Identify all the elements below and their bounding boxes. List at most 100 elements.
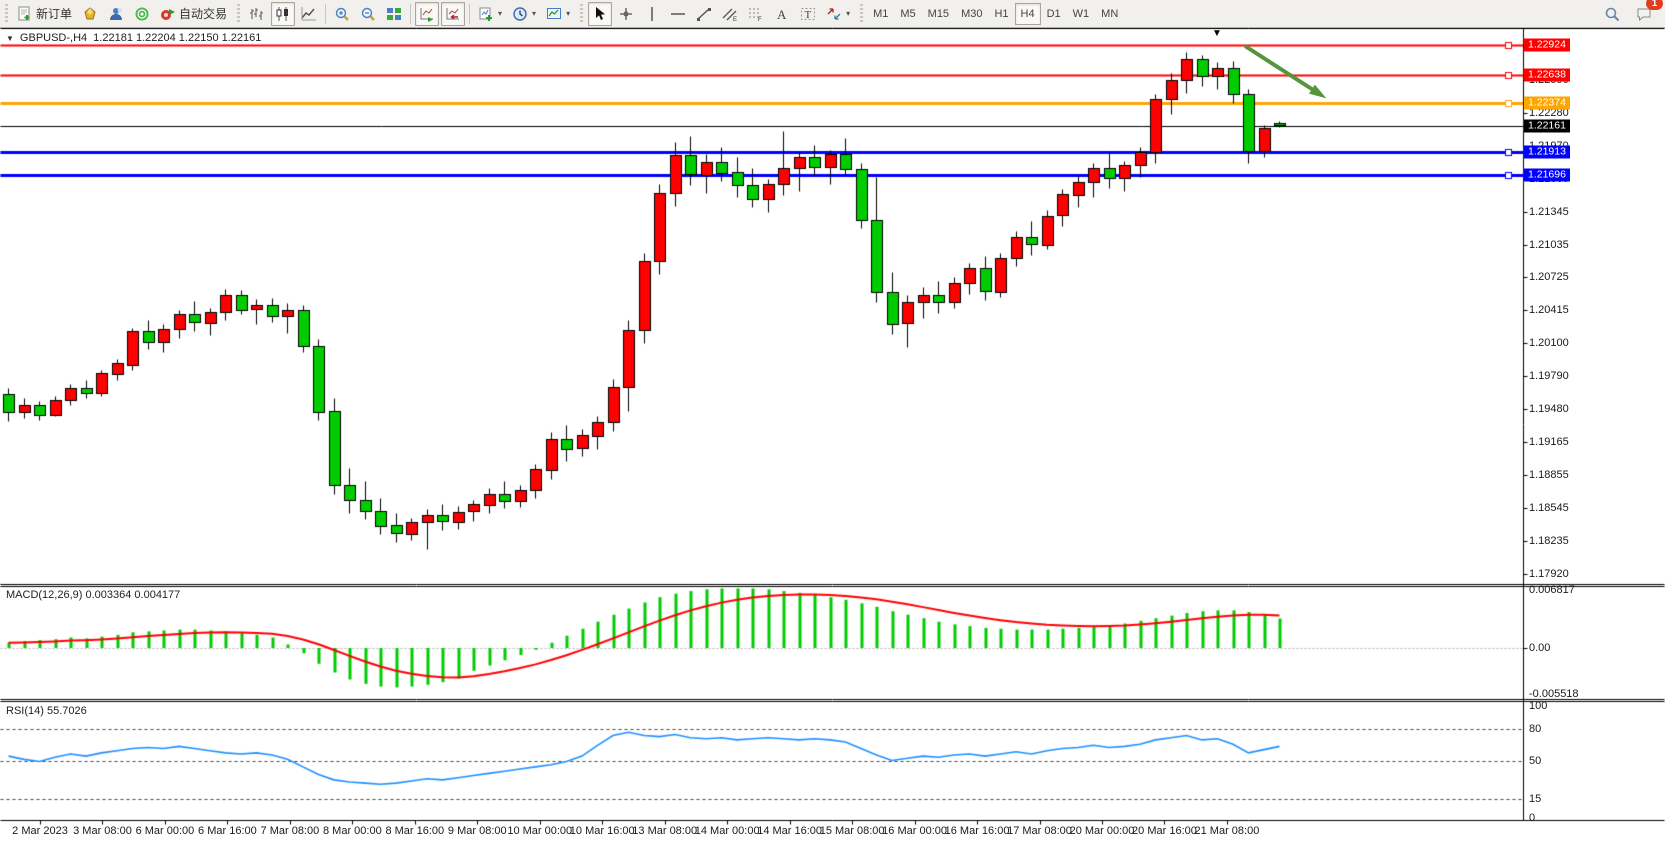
- chat-button[interactable]: 1: [1632, 2, 1656, 26]
- zoom-out-icon: [360, 6, 376, 22]
- new-order-button[interactable]: 新订单: [13, 2, 76, 26]
- zoom-in-button[interactable]: [330, 2, 354, 26]
- price-line-label[interactable]: 1.22374: [1524, 97, 1570, 110]
- time-axis-label: 13 Mar 08:00: [632, 825, 697, 837]
- rsi-axis-label: 80: [1529, 723, 1541, 735]
- arrows-icon: [826, 6, 842, 22]
- vertical-line-button[interactable]: [640, 2, 664, 26]
- dropdown-caret-icon[interactable]: ▾: [532, 9, 536, 18]
- rsi-axis-label: 100: [1529, 700, 1547, 712]
- toolbar-grip[interactable]: [235, 4, 242, 24]
- timeframe-h4[interactable]: H4: [1015, 3, 1041, 25]
- toolbar-right: 1: [1599, 2, 1657, 26]
- timeframe-m15[interactable]: M15: [922, 3, 955, 25]
- price-line-label[interactable]: 1.21913: [1524, 145, 1570, 158]
- periods-icon: [512, 6, 528, 22]
- timeframe-mn[interactable]: MN: [1095, 3, 1124, 25]
- text-label-button[interactable]: T: [796, 2, 820, 26]
- price-chart-canvas[interactable]: [0, 28, 1665, 845]
- channel-icon: E: [722, 6, 738, 22]
- price-line-label[interactable]: 1.22924: [1524, 38, 1570, 51]
- dropdown-caret-icon[interactable]: ▾: [498, 9, 502, 18]
- timeframe-m1[interactable]: M1: [867, 3, 894, 25]
- signals-button[interactable]: [130, 2, 154, 26]
- toolbar-grip[interactable]: [858, 4, 865, 24]
- timeframe-h1[interactable]: H1: [988, 3, 1014, 25]
- macd-axis-label: -0.005518: [1529, 688, 1579, 700]
- cursor-icon: [592, 6, 608, 22]
- time-axis-label: 20 Mar 16:00: [1132, 825, 1197, 837]
- periods-button[interactable]: ▾: [508, 2, 540, 26]
- horizontal-line-button[interactable]: [666, 2, 690, 26]
- rsi-axis-label: 50: [1529, 755, 1541, 767]
- timeframe-d1[interactable]: D1: [1041, 3, 1067, 25]
- dropdown-caret-icon[interactable]: ▾: [846, 9, 850, 18]
- price-line-label[interactable]: 1.22638: [1524, 69, 1570, 82]
- timeframe-m5[interactable]: M5: [894, 3, 921, 25]
- dropdown-caret-icon[interactable]: ▾: [566, 9, 570, 18]
- timeframe-d1-label: D1: [1047, 8, 1061, 20]
- collapse-triangle-icon[interactable]: ▼: [6, 34, 14, 43]
- rsi-indicator-label: RSI(14) 55.7026: [6, 705, 87, 717]
- equidistant-channel-button[interactable]: E: [718, 2, 742, 26]
- tile-windows-button[interactable]: [382, 2, 406, 26]
- toolbar-group-chart-types: [244, 1, 322, 27]
- trendline-icon: [696, 6, 712, 22]
- timeframe-h4-label: H4: [1021, 8, 1035, 20]
- timeframe-w1[interactable]: W1: [1067, 3, 1096, 25]
- templates-button[interactable]: ▾: [542, 2, 574, 26]
- text-button[interactable]: A: [770, 2, 794, 26]
- timeframe-m30-label: M30: [961, 8, 982, 20]
- svg-text:F: F: [758, 17, 762, 22]
- toolbar-group-timeframes: M1 M5 M15 M30 H1 H4 D1 W1MN: [867, 1, 1124, 27]
- toolbar-separator: [325, 4, 326, 24]
- new-chart-button[interactable]: ▾: [474, 2, 506, 26]
- community-button[interactable]: [104, 2, 128, 26]
- arrows-button[interactable]: ▾: [822, 2, 854, 26]
- chart-shift-marker-icon[interactable]: ▼: [1212, 29, 1222, 39]
- new-order-icon: [17, 6, 33, 22]
- time-axis-label: 9 Mar 08:00: [448, 825, 507, 837]
- price-tick-label: 1.17920: [1529, 568, 1569, 580]
- timeframe-m30[interactable]: M30: [955, 3, 988, 25]
- toolbar-grip[interactable]: [3, 4, 10, 24]
- toolbar-grip[interactable]: [578, 4, 585, 24]
- crosshair-icon: [618, 6, 634, 22]
- timeframe-m15-label: M15: [928, 8, 949, 20]
- toolbar: 新订单 自动交易 ▾ ▾ ▾ E F A T ▾ M1 M5 M15 M30 H1 H4 D1 W1MN 1: [0, 0, 1665, 28]
- timeframe-h1-label: H1: [994, 8, 1008, 20]
- price-tick-label: 1.19165: [1529, 436, 1569, 448]
- toolbar-separator: [469, 4, 470, 24]
- candlestick-button[interactable]: [271, 2, 295, 26]
- timeframe-m1-label: M1: [873, 8, 888, 20]
- svg-text:T: T: [805, 9, 812, 21]
- zoom-out-button[interactable]: [356, 2, 380, 26]
- auto-scroll-button[interactable]: [415, 2, 439, 26]
- notification-badge[interactable]: 1: [1646, 0, 1663, 10]
- cursor-button[interactable]: [588, 2, 612, 26]
- time-axis-label: 15 Mar 08:00: [820, 825, 885, 837]
- crosshair-button[interactable]: [614, 2, 638, 26]
- chart-shift-button[interactable]: [441, 2, 465, 26]
- line-chart-button[interactable]: [297, 2, 321, 26]
- fibonacci-button[interactable]: F: [744, 2, 768, 26]
- price-line-label[interactable]: 1.22161: [1524, 119, 1570, 132]
- price-tick-label: 1.20725: [1529, 271, 1569, 283]
- time-axis-label: 10 Mar 00:00: [507, 825, 572, 837]
- search-icon: [1604, 6, 1620, 22]
- bar-chart-icon: [249, 6, 265, 22]
- toolbar-separator: [410, 4, 411, 24]
- zoom-in-icon: [334, 6, 350, 22]
- line-chart-icon: [301, 6, 317, 22]
- bar-chart-button[interactable]: [245, 2, 269, 26]
- svg-text:A: A: [777, 7, 787, 22]
- horizontal-line-icon: [670, 6, 686, 22]
- price-line-label[interactable]: 1.21696: [1524, 168, 1570, 181]
- time-axis-label: 14 Mar 00:00: [695, 825, 760, 837]
- gold-icon-button[interactable]: [78, 2, 102, 26]
- autotrading-button[interactable]: 自动交易: [156, 2, 231, 26]
- trendline-button[interactable]: [692, 2, 716, 26]
- svg-text:E: E: [733, 17, 737, 22]
- macd-indicator-label: MACD(12,26,9) 0.003364 0.004177: [6, 589, 180, 601]
- search-button[interactable]: [1600, 2, 1624, 26]
